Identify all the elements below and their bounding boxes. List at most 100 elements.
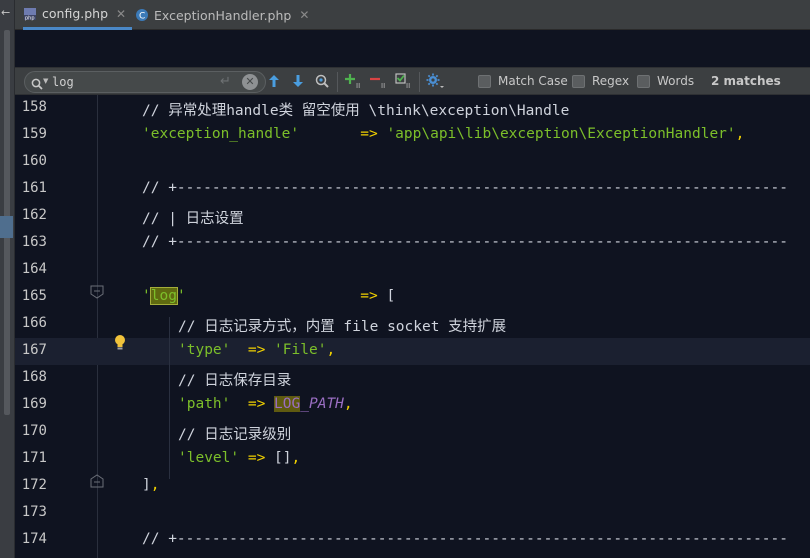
code-line[interactable]: 162 // | 日志设置 [15,203,810,230]
line-number[interactable]: 159 [15,126,47,142]
code-token: 'level' [178,450,240,466]
line-number[interactable]: 171 [15,450,47,466]
find-all-icon[interactable] [313,72,331,90]
svg-text:C: C [139,12,145,22]
regex-label[interactable]: Regex [592,74,629,88]
code-line[interactable]: 161 // +---------------------------------… [15,176,810,203]
svg-text:php: php [25,15,35,21]
code-token: // 日志保存目录 [178,373,292,389]
tab-config-php[interactable]: php config.php ✕ [23,0,133,30]
indent-guide [169,317,170,479]
code-token: , [735,126,745,142]
tab-label: config.php [42,6,109,21]
line-number[interactable]: 172 [15,477,47,493]
code-text[interactable]: 'log' => [ [142,287,396,305]
code-line[interactable]: 165 'log' => [ [15,284,810,311]
search-input[interactable] [52,73,222,91]
code-line[interactable]: 166 // 日志记录方式，内置 file socket 支持扩展 [15,311,810,338]
code-text[interactable]: // 日志记录级别 [178,423,291,444]
class-file-icon: C [135,8,149,22]
close-icon[interactable]: ✕ [116,7,126,21]
code-text[interactable]: 'exception_handle' => 'app\api\lib\excep… [142,126,744,142]
code-token: , [291,450,301,466]
editor-top-blank [15,30,810,67]
line-number[interactable]: 170 [15,423,47,439]
code-text[interactable]: // | 日志设置 [142,207,244,228]
code-line[interactable]: 163 // +---------------------------------… [15,230,810,257]
code-line[interactable]: 167 'type' => 'File', [15,338,810,365]
search-box[interactable]: ▼ ↵ ✕ [24,71,266,93]
enter-icon: ↵ [220,74,231,89]
line-number[interactable]: 163 [15,234,47,250]
code-text[interactable]: // +------------------------------------… [142,531,788,547]
search-icon[interactable] [31,75,43,94]
regex-checkbox[interactable] [572,75,585,88]
line-number[interactable]: 168 [15,369,47,385]
left-tool-strip: ← [0,0,15,558]
svg-text:II: II [381,82,385,89]
editor-tab-bar: php config.php ✕ C ExceptionHandler.php … [15,0,810,30]
code-line[interactable]: 170 // 日志记录级别 [15,419,810,446]
line-number[interactable]: 166 [15,315,47,331]
code-text[interactable]: 'path' => LOG_PATH, [178,396,353,412]
lightbulb-icon[interactable] [113,334,127,352]
line-number[interactable]: 169 [15,396,47,412]
code-token: 'path' [178,396,231,412]
add-occurrence-icon[interactable]: II [345,72,363,90]
code-line[interactable]: 159 'exception_handle' => 'app\api\lib\ex… [15,122,810,149]
code-token: 'app\api\lib\exception\ExceptionHandler' [386,126,736,142]
code-editor[interactable]: 158 // 异常处理handle类 留空使用 \think\exception\… [15,95,810,558]
line-number[interactable]: 164 [15,261,47,277]
code-line[interactable]: 169 'path' => LOG_PATH, [15,392,810,419]
match-case-checkbox[interactable] [478,75,491,88]
fold-marker-icon[interactable] [90,473,104,488]
code-token: => [230,342,275,358]
collapse-arrow-icon[interactable]: ← [1,6,10,19]
line-number[interactable]: 162 [15,207,47,223]
line-number[interactable]: 167 [15,342,47,358]
code-token: // +------------------------------------… [142,234,789,250]
search-history-dropdown-icon[interactable]: ▼ [43,77,48,85]
code-line[interactable]: 175// | Trace设置 开启 app_trace 后 有效 [15,554,810,558]
code-token: [] [274,450,292,466]
code-token: , [343,396,353,412]
code-line[interactable]: 174 // +---------------------------------… [15,527,810,554]
code-text[interactable]: 'level' => [], [178,450,300,466]
code-text[interactable]: // +------------------------------------… [142,180,788,196]
match-case-label[interactable]: Match Case [498,74,568,88]
code-text[interactable]: 'type' => 'File', [178,342,335,358]
words-label[interactable]: Words [657,74,694,88]
remove-occurrence-icon[interactable]: II [370,72,388,90]
code-token: ' [176,288,186,304]
code-line[interactable]: 172], [15,473,810,500]
line-number[interactable]: 158 [15,99,47,115]
code-text[interactable]: // 日志记录方式，内置 file socket 支持扩展 [178,315,506,336]
code-text[interactable]: // +------------------------------------… [142,234,788,250]
line-number[interactable]: 161 [15,180,47,196]
code-text[interactable]: // 异常处理handle类 留空使用 \think\exception\Han… [142,99,569,120]
code-text[interactable]: ], [142,477,159,493]
code-line[interactable]: 173 [15,500,810,527]
words-checkbox[interactable] [637,75,650,88]
select-all-occurrences-icon[interactable]: II [395,72,413,90]
line-number[interactable]: 160 [15,153,47,169]
tab-exceptionhandler-php[interactable]: C ExceptionHandler.php ✕ [135,0,309,30]
close-icon[interactable]: ✕ [299,8,309,22]
line-number[interactable]: 173 [15,504,47,520]
code-line[interactable]: 171 'level' => [], [15,446,810,473]
settings-gear-icon[interactable] [426,72,444,90]
code-token: [ [386,288,396,304]
clear-search-icon[interactable]: ✕ [242,74,258,90]
code-line[interactable]: 158 // 异常处理handle类 留空使用 \think\exception\… [15,95,810,122]
fold-marker-icon[interactable] [90,284,104,299]
code-line[interactable]: 168 // 日志保存目录 [15,365,810,392]
code-line[interactable]: 164 [15,257,810,284]
code-text[interactable]: // 日志保存目录 [178,369,291,390]
line-number[interactable]: 165 [15,288,47,304]
line-number[interactable]: 174 [15,531,47,547]
previous-occurrence-icon[interactable] [265,72,283,90]
code-line[interactable]: 160 [15,149,810,176]
toolbar-separator [337,72,338,92]
next-occurrence-icon[interactable] [289,72,307,90]
left-strip-marker [0,216,13,238]
